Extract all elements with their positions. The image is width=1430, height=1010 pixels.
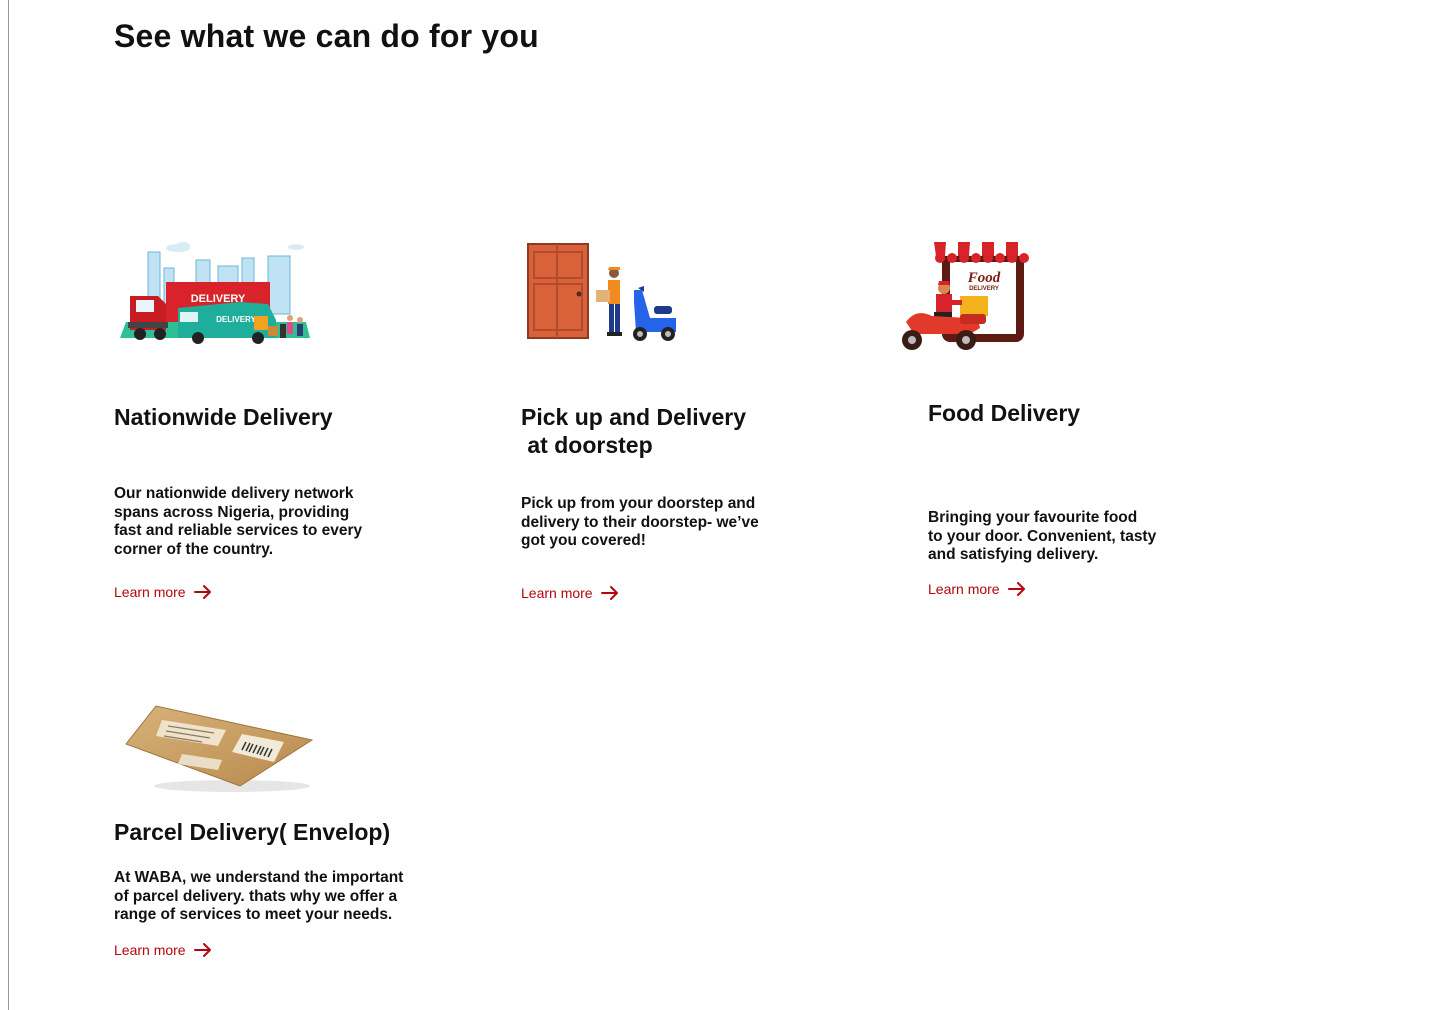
service-title: Nationwide Delivery	[114, 404, 333, 430]
learn-more-label: Learn more	[114, 942, 186, 958]
service-description: Bringing your favourite food to your doo…	[928, 509, 1157, 563]
doorstep-courier-illustration	[527, 243, 676, 341]
page-left-border	[8, 0, 9, 1010]
food-sign-subtext: DELIVERY	[969, 286, 999, 292]
service-title: Parcel Delivery( Envelop)	[114, 819, 391, 845]
learn-more-link[interactable]: Learn more	[114, 942, 212, 958]
page-title: See what we can do for you	[114, 18, 539, 54]
service-description: Our nationwide delivery network spans ac…	[114, 485, 363, 558]
arrow-right-icon	[193, 943, 211, 957]
food-sign-text: Food	[967, 270, 1001, 286]
learn-more-link[interactable]: Learn more	[928, 581, 1026, 597]
food-delivery-scooter-illustration: Food DELIVERY	[902, 242, 1030, 350]
parcel-envelope-illustration	[125, 705, 314, 792]
service-title: Food Delivery	[928, 400, 1081, 426]
van-label: DELIVERY	[216, 315, 256, 324]
learn-more-link[interactable]: Learn more	[521, 585, 619, 601]
delivery-trucks-illustration: DELIVERY DELIVERY	[120, 242, 310, 344]
learn-more-label: Learn more	[928, 581, 1000, 597]
service-description: At WABA, we understand the important of …	[114, 869, 404, 923]
arrow-right-icon	[1007, 582, 1025, 596]
arrow-right-icon	[600, 586, 618, 600]
service-description: Pick up from your doorstep and delivery …	[521, 495, 759, 549]
arrow-right-icon	[193, 585, 211, 599]
learn-more-label: Learn more	[521, 585, 593, 601]
service-title: Pick up and Delivery at doorstep	[521, 404, 746, 458]
learn-more-link[interactable]: Learn more	[114, 584, 212, 600]
learn-more-label: Learn more	[114, 584, 186, 600]
